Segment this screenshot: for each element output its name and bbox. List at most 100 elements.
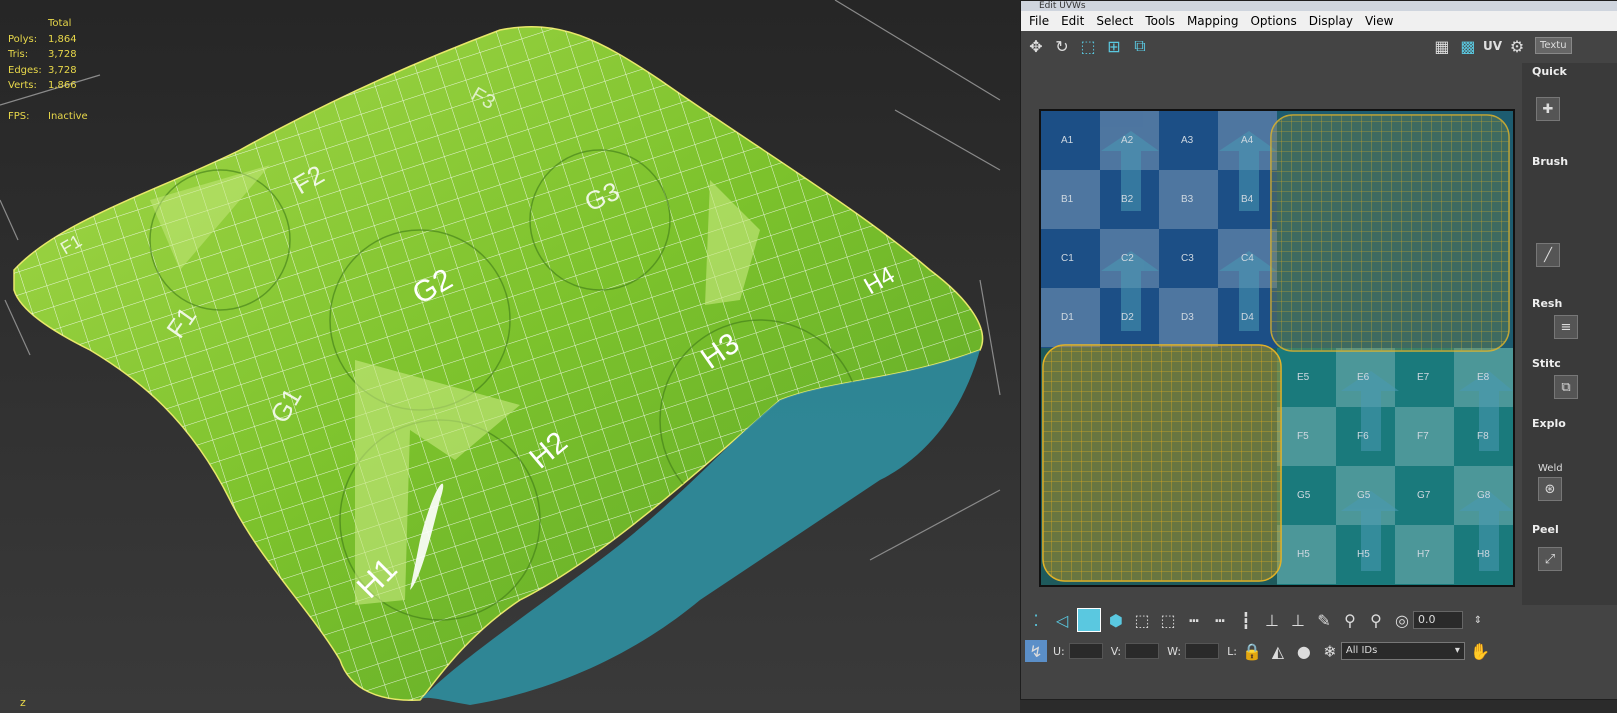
cell-d3: D3 [1181, 312, 1194, 323]
u-label: U: [1053, 644, 1065, 658]
pillow-label-h1: H1 [349, 551, 403, 605]
spinner-icon[interactable]: ⇕ [1467, 609, 1489, 631]
cell-e8: E8 [1477, 372, 1490, 383]
transform-mode-icon[interactable]: ↯ [1025, 640, 1047, 662]
quick-planar-icon[interactable]: ✚ [1536, 97, 1560, 121]
align-vertical-icon[interactable]: ⊥ [1261, 609, 1283, 631]
show-map-icon[interactable]: ◭ [1267, 640, 1289, 662]
menu-edit[interactable]: Edit [1061, 14, 1084, 28]
texture-dropdown[interactable]: Textu [1535, 37, 1572, 54]
cell-c1: C1 [1061, 253, 1074, 264]
freeform-icon[interactable]: ⊞ [1103, 35, 1125, 57]
pin-icon[interactable]: ⚲ [1339, 609, 1361, 631]
pillow-label-h3: H3 [695, 327, 745, 376]
pillow-text-labels: F1 F2 F3 G1 G2 G3 H1 H2 H3 H4 F1 [57, 83, 900, 605]
section-quick[interactable]: Quick [1532, 65, 1567, 78]
element-mode-icon[interactable]: ⬢ [1105, 609, 1127, 631]
section-reshape[interactable]: Resh [1532, 297, 1562, 310]
pillow-label-f1-edge: F1 [57, 231, 85, 259]
menu-file[interactable]: File [1029, 14, 1049, 28]
stats-header: Total [48, 18, 72, 29]
pillow-label-f1: F1 [160, 301, 202, 343]
axis-gizmo-label: z [20, 696, 26, 709]
texture-settings-icon[interactable]: ⚙ [1506, 35, 1528, 57]
loop-icon[interactable]: ┅ [1183, 609, 1205, 631]
menu-select[interactable]: Select [1096, 14, 1133, 28]
weld-label: Weld [1538, 463, 1563, 474]
cell-g5: G5 [1297, 490, 1311, 501]
cell-d4: D4 [1241, 312, 1254, 323]
brush-pen-icon[interactable]: ╱ [1536, 243, 1560, 267]
grow-selection-icon[interactable]: ⬚ [1131, 609, 1153, 631]
menu-display[interactable]: Display [1309, 14, 1353, 28]
cell-e5: E5 [1297, 372, 1310, 383]
uv-mode-label[interactable]: UV [1483, 39, 1502, 53]
rotate-snap-icon[interactable]: ◎ [1391, 609, 1413, 631]
menu-tools[interactable]: Tools [1145, 14, 1175, 28]
u-field[interactable] [1068, 643, 1103, 659]
cell-a4: A4 [1241, 135, 1254, 146]
menu-mapping[interactable]: Mapping [1187, 14, 1239, 28]
reshape-icon[interactable]: ≡ [1554, 315, 1578, 339]
uv-status-bar: ↯ U: V: W: L: 🔒 ◭ ● ❄ All IDs ▾ ✋ [1021, 637, 1617, 665]
stats-row-tris: Tris: 3,728 [8, 49, 77, 60]
pillow-label-h2: H2 [523, 425, 574, 475]
checker-icon[interactable]: ▦ [1431, 35, 1453, 57]
pillow-label-g3: G3 [580, 176, 624, 218]
cell-h8: H8 [1477, 549, 1490, 560]
l-label: L: [1227, 644, 1237, 658]
pillow-label-g1: G1 [264, 383, 307, 428]
cell-b3: B3 [1181, 194, 1194, 205]
cell-f6: F6 [1357, 431, 1369, 442]
edge-mode-icon[interactable]: ◁ [1051, 609, 1073, 631]
vertex-mode-icon[interactable]: ⁚ [1025, 609, 1047, 631]
stitch-icon[interactable]: ⧉ [1554, 375, 1578, 399]
unpin-icon[interactable]: ⚲ [1365, 609, 1387, 631]
w-field[interactable] [1185, 643, 1220, 659]
cell-c2: C2 [1121, 253, 1134, 264]
section-explode[interactable]: Explo [1532, 417, 1566, 430]
weld-icon[interactable]: ⊛ [1538, 477, 1562, 501]
rotate-icon[interactable]: ↻ [1051, 35, 1073, 57]
rotation-value[interactable]: 0.0 [1413, 611, 1463, 629]
face-mode-icon[interactable] [1077, 608, 1101, 632]
cell-a3: A3 [1181, 135, 1194, 146]
cell-h7: H7 [1417, 549, 1430, 560]
section-brush[interactable]: Brush [1532, 155, 1568, 168]
viewport-stats: Total Polys: 1,864 Tris: 3,728 Edges: 3,728… [8, 16, 88, 124]
uv-editor-canvas[interactable]: A1 A2 A3 A4 B1 B2 B3 B4 C1 C2 C3 C4 D1 D… [1039, 109, 1515, 587]
section-stitch[interactable]: Stitc [1532, 357, 1561, 370]
paint-brush-icon[interactable]: ✎ [1313, 609, 1335, 631]
id-filter-dropdown[interactable]: All IDs ▾ [1340, 642, 1465, 660]
align-horizontal-icon[interactable]: ⊥ [1287, 609, 1309, 631]
scale-icon[interactable]: ⬚ [1077, 35, 1099, 57]
freeze-icon[interactable]: ❄ [1319, 640, 1341, 662]
cell-e6: E6 [1357, 372, 1370, 383]
section-peel[interactable]: Peel [1532, 523, 1559, 536]
v-label: V: [1110, 644, 1122, 658]
uv-window-title: Edit UVWs [1021, 1, 1617, 11]
lock-icon[interactable]: 🔒 [1241, 640, 1263, 662]
v-field[interactable] [1125, 643, 1160, 659]
peel-icon[interactable]: ⤢ [1538, 547, 1562, 571]
pan-hand-icon[interactable]: ✋ [1469, 640, 1491, 662]
ring-icon[interactable]: ┅ [1209, 609, 1231, 631]
pillow-label-h4: H4 [860, 261, 900, 300]
cell-e7: E7 [1417, 372, 1430, 383]
checker-alt-icon[interactable]: ▩ [1457, 35, 1479, 57]
align-icon[interactable]: ┇ [1235, 609, 1257, 631]
menu-view[interactable]: View [1365, 14, 1393, 28]
cell-h5: H5 [1297, 549, 1310, 560]
menu-options[interactable]: Options [1250, 14, 1296, 28]
shrink-selection-icon[interactable]: ⬚ [1157, 609, 1179, 631]
uv-top-toolbar: ✥ ↻ ⬚ ⊞ ⧉ ▦ ▩ UV ⚙ Textu [1021, 31, 1617, 61]
stats-row-fps: FPS: Inactive [8, 110, 88, 122]
cell-h6: H5 [1357, 549, 1370, 560]
toggle-display-icon[interactable]: ● [1293, 640, 1315, 662]
mirror-icon[interactable]: ⧉ [1129, 35, 1151, 57]
cell-g8: G8 [1477, 490, 1491, 501]
cell-f7: F7 [1417, 431, 1429, 442]
uv-side-panel: Quick ✚ Brush ╱ Resh ≡ Stitc ⧉ Explo Wel… [1522, 63, 1617, 609]
uv-editor-window[interactable]: Edit UVWs File Edit Select Tools Mapping… [1020, 0, 1617, 700]
move-icon[interactable]: ✥ [1025, 35, 1047, 57]
